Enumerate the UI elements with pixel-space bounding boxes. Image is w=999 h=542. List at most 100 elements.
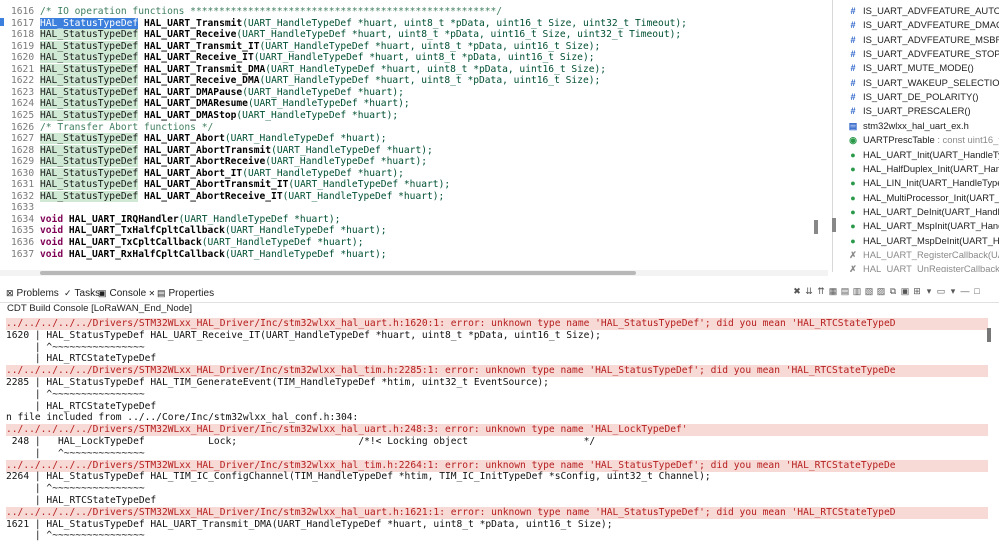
code-line[interactable]: 1618 HAL_StatusTypeDef HAL_UART_Receive(U…: [0, 29, 681, 41]
console-toolbar-icon[interactable]: ▾: [948, 286, 958, 296]
line-number: 1630: [11, 167, 35, 179]
console-toolbar-icon[interactable]: ▥: [852, 286, 862, 296]
code-line[interactable]: 1637 void HAL_UART_RxHalfCpltCallback(UAR…: [0, 249, 387, 261]
code-line[interactable]: 1627 HAL_StatusTypeDef HAL_UART_Abort(UAR…: [0, 133, 387, 145]
outline-item[interactable]: # IS_UART_DE_POLARITY(): [833, 90, 999, 104]
code-line[interactable]: 1621 HAL_StatusTypeDef HAL_UART_Transmit_…: [0, 63, 606, 76]
code-editor[interactable]: 1616 /* IO operation functions **********…: [0, 0, 828, 270]
outline-item[interactable]: ● HAL_UART_MspInit(UART_HandleTy: [833, 219, 999, 233]
line-number: 1629: [11, 156, 35, 168]
function-name: HAL_UART_Abort_IT: [143, 167, 243, 179]
outline-item[interactable]: ● HAL_HalfDuplex_Init(UART_Handle: [833, 162, 999, 176]
code-line[interactable]: 1632 HAL_StatusTypeDef HAL_UART_AbortRece…: [0, 190, 444, 203]
function-args: (UART_HandleTypeDef *huart);: [288, 179, 451, 191]
tab-console[interactable]: ▣ Console ✕: [98, 286, 155, 300]
outline-item[interactable]: # IS_UART_ADVFEATURE_MSBFIRST(: [833, 33, 999, 47]
outline-item-label: IS_UART_ADVFEATURE_MSBFIRST(: [863, 33, 999, 45]
outline-item[interactable]: ● HAL_UART_DeInit(UART_HandleTy: [833, 205, 999, 219]
outline-item[interactable]: # IS_UART_WAKEUP_SELECTION(): [833, 76, 999, 90]
function-args: (UART_HandleTypeDef *huart, uint8_t *pDa…: [259, 40, 601, 52]
tab-properties[interactable]: ▤ Properties: [157, 286, 214, 300]
console-toolbar-icon[interactable]: ▭: [936, 286, 946, 296]
console-scrollbar[interactable]: [987, 328, 991, 342]
console-line: 2285 | HAL_StatusTypeDef HAL_TIM_Generat…: [6, 377, 549, 388]
return-type: HAL_StatusTypeDef: [40, 167, 139, 179]
function-icon: ●: [850, 221, 856, 232]
console-toolbar-icon[interactable]: ⊞: [912, 286, 922, 296]
code-line[interactable]: 1623 HAL_StatusTypeDef HAL_UART_DMAPause(…: [0, 86, 404, 99]
code-line[interactable]: 1635 void HAL_UART_TxHalfCpltCallback(UAR…: [0, 225, 387, 237]
outline-item-label: IS_UART_PRESCALER(): [863, 105, 971, 117]
code-line[interactable]: 1622 HAL_StatusTypeDef HAL_UART_Receive_D…: [0, 75, 600, 87]
close-icon[interactable]: ✕: [146, 289, 155, 298]
code-line[interactable]: 1616 /* IO operation functions **********…: [0, 6, 502, 18]
code-line[interactable]: 1624 HAL_StatusTypeDef HAL_UART_DMAResume…: [0, 98, 410, 110]
console-toolbar-icon[interactable]: ⇊: [804, 286, 814, 296]
code-line[interactable]: 1617 HAL_StatusTypeDef HAL_UART_Transmit(…: [0, 17, 687, 30]
function-name: HAL_UART_RxHalfCpltCallback: [68, 248, 225, 260]
outline-item[interactable]: # IS_UART_ADVFEATURE_AUTOBAUD: [833, 4, 999, 18]
tab-tasks[interactable]: ✓ Tasks: [64, 286, 100, 300]
tab-label: Problems: [16, 288, 59, 299]
console-toolbar-icon[interactable]: ▦: [828, 286, 838, 296]
outline-item[interactable]: ▤ stm32wlxx_hal_uart_ex.h: [833, 119, 999, 133]
console-toolbar-icon[interactable]: ▨: [876, 286, 886, 296]
code-line[interactable]: 1636 void HAL_UART_TxCpltCallback(UART_Ha…: [0, 237, 363, 249]
console-toolbar-icon[interactable]: ▤: [840, 286, 850, 296]
outline-item[interactable]: ● HAL_LIN_Init(UART_HandleTypeDef: [833, 176, 999, 190]
console-line: | ^~~~~~~~~~~~~~~~~: [6, 341, 145, 353]
tab-problems[interactable]: ⊠ Problems: [6, 286, 59, 300]
line-number: 1625: [11, 109, 35, 121]
outline-scroll-thumb[interactable]: [832, 218, 836, 232]
console-error-line: ../../../../../Drivers/STM32WLxx_HAL_Dri…: [6, 365, 988, 378]
console-toolbar-icon[interactable]: ▾: [924, 286, 934, 296]
outline-item[interactable]: ◉ UARTPrescTable : const uint16_t[]: [833, 133, 999, 147]
outline-item[interactable]: # IS_UART_PRESCALER(): [833, 104, 999, 118]
console-toolbar-icon[interactable]: □: [972, 286, 982, 296]
function-icon: ●: [850, 235, 856, 246]
console-toolbar-icon[interactable]: ⇈: [816, 286, 826, 296]
outline-item[interactable]: ● HAL_MultiProcessor_Init(UART_Hand: [833, 191, 999, 205]
function-name: HAL_UART_Receive_DMA: [143, 75, 260, 87]
outline-item[interactable]: # IS_UART_MUTE_MODE(): [833, 61, 999, 75]
line-number: 1622: [11, 75, 35, 87]
console-toolbar-icon[interactable]: ✖: [792, 286, 802, 296]
return-type: HAL_StatusTypeDef: [40, 98, 139, 110]
outline-panel[interactable]: # IS_UART_ADVFEATURE_AUTOBAUD # IS_UART_ADV…: [832, 0, 999, 272]
code-line[interactable]: 1628 HAL_StatusTypeDef HAL_UART_AbortTran…: [0, 144, 433, 157]
code-line[interactable]: 1633: [0, 202, 40, 214]
build-console[interactable]: ../../../../../Drivers/STM32WLxx_HAL_Dri…: [0, 316, 988, 542]
outline-item[interactable]: ✗ HAL_UART_RegisterCallback(UART_: [833, 248, 999, 262]
console-line: | ^~~~~~~~~~~~~~~: [6, 447, 145, 459]
console-toolbar-icon[interactable]: ▣: [900, 286, 910, 296]
code-line[interactable]: 1626 /* Transfer Abort functions */: [0, 122, 213, 134]
code-line[interactable]: 1625 HAL_StatusTypeDef HAL_UART_DMAStop(U…: [0, 109, 398, 122]
outline-item[interactable]: # IS_UART_ADVFEATURE_DMAONRX: [833, 18, 999, 32]
outline-item[interactable]: ● HAL_UART_MspDeInit(UART_Handl: [833, 234, 999, 248]
tab-label: Console: [109, 288, 147, 299]
editor-scroll-thumb[interactable]: [40, 271, 636, 275]
editor-vertical-scroll-thumb[interactable]: [814, 220, 818, 234]
code-line[interactable]: 1629 HAL_StatusTypeDef HAL_UART_AbortRece…: [0, 156, 427, 168]
console-line: | HAL_RTCStateTypeDef: [6, 400, 157, 412]
outline-item-label: IS_UART_DE_POLARITY(): [863, 91, 979, 103]
line-number: 1620: [11, 52, 35, 64]
function-args: (UART_HandleTypeDef *huart);: [224, 225, 387, 237]
code-line[interactable]: 1619 HAL_StatusTypeDef HAL_UART_Transmit_…: [0, 40, 601, 53]
code-line[interactable]: 1620 HAL_StatusTypeDef HAL_UART_Receive_I…: [0, 52, 595, 64]
outline-item-label: HAL_UART_Init(UART_HandleTypeD: [863, 148, 999, 160]
outline-item[interactable]: # IS_UART_ADVFEATURE_STOPMODE: [833, 47, 999, 61]
code-line[interactable]: 1631 HAL_StatusTypeDef HAL_UART_AbortTran…: [0, 179, 450, 191]
return-type: HAL_StatusTypeDef: [40, 86, 139, 98]
code-line[interactable]: 1630 HAL_StatusTypeDef HAL_UART_Abort_IT(…: [0, 167, 404, 180]
outline-item[interactable]: ✗ HAL_UART_UnRegisterCallback(UAR: [833, 262, 999, 272]
return-type: HAL_StatusTypeDef: [40, 40, 139, 52]
console-toolbar-icon[interactable]: ⧉: [888, 286, 898, 296]
outline-item-label: IS_UART_WAKEUP_SELECTION(): [863, 76, 999, 88]
outline-item[interactable]: ● HAL_UART_Init(UART_HandleTypeD: [833, 148, 999, 162]
console-line: 2264 | HAL_StatusTypeDef HAL_TIM_IC_Conf…: [6, 471, 711, 483]
macro-icon: #: [850, 63, 856, 74]
return-type: HAL_StatusTypeDef: [40, 75, 139, 87]
console-toolbar-icon[interactable]: ▧: [864, 286, 874, 296]
console-toolbar-icon[interactable]: —: [960, 286, 970, 296]
